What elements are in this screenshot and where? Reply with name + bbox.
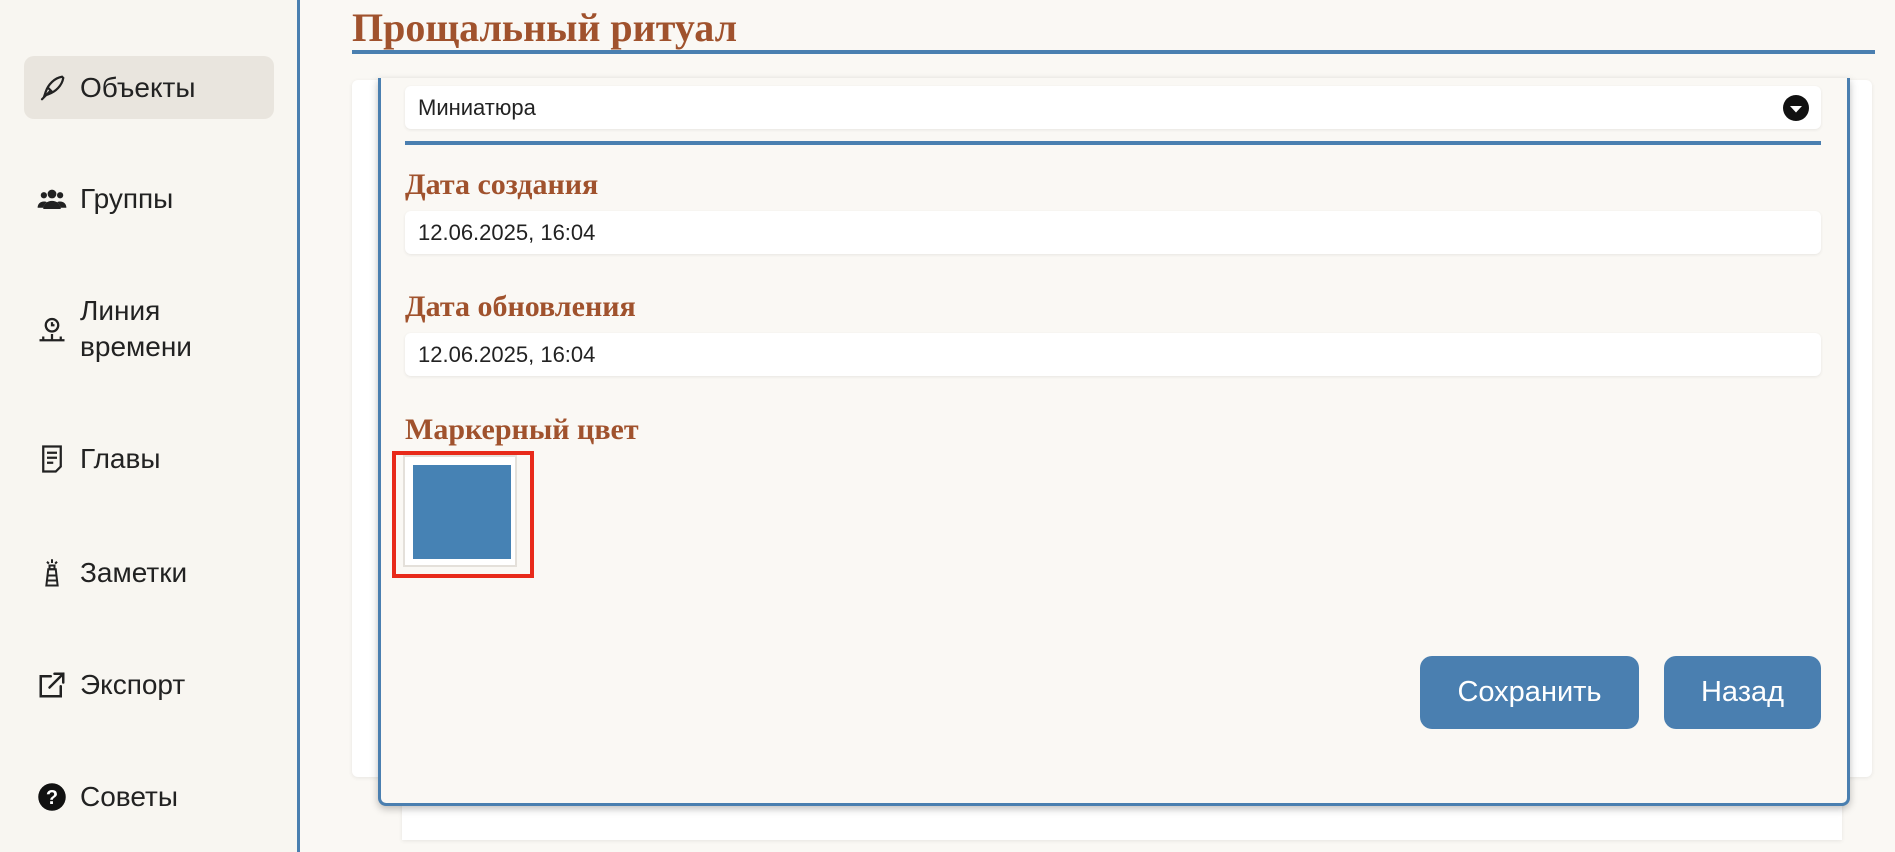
page-title: Прощальный ритуал — [352, 5, 738, 50]
timeline-icon — [36, 313, 68, 345]
type-select-value: Миниатюра — [418, 94, 536, 120]
sidebar-item-groups[interactable]: Группы — [24, 181, 274, 217]
marker-color-picker[interactable] — [403, 455, 517, 567]
quill-icon — [36, 72, 68, 104]
sidebar-item-label: Советы — [80, 781, 178, 812]
chevron-down-icon[interactable] — [1783, 95, 1809, 121]
type-select[interactable]: Миниатюра — [405, 86, 1821, 129]
created-label: Дата создания — [405, 168, 599, 201]
select-divider — [405, 141, 1821, 145]
title-divider — [352, 50, 1875, 54]
users-icon — [36, 183, 68, 215]
sidebar-item-label: Главы — [80, 443, 161, 474]
sidebar-item-export[interactable]: Экспорт — [24, 667, 274, 703]
save-button[interactable]: Сохранить — [1420, 656, 1639, 729]
sidebar-item-tips[interactable]: ? Советы — [24, 779, 274, 815]
sidebar-item-label: Экспорт — [80, 669, 186, 700]
sidebar: Объекты Группы Линия времени Главы Замет… — [0, 0, 300, 852]
updated-label: Дата обновления — [405, 290, 636, 323]
sidebar-item-notes[interactable]: Заметки — [24, 555, 274, 591]
sidebar-item-objects[interactable]: Объекты — [24, 56, 274, 119]
sidebar-item-chapters[interactable]: Главы — [24, 441, 274, 477]
lighthouse-icon — [36, 557, 68, 589]
sidebar-item-timeline[interactable]: Линия времени — [24, 293, 274, 365]
question-circle-icon: ? — [36, 781, 68, 813]
external-link-icon — [36, 669, 68, 701]
back-button[interactable]: Назад — [1664, 656, 1821, 729]
marker-color-swatch[interactable] — [413, 465, 511, 559]
updated-date-field[interactable]: 12.06.2025, 16:04 — [405, 333, 1821, 376]
sidebar-item-label: Объекты — [80, 71, 196, 103]
sidebar-item-label: Линия времени — [80, 295, 192, 362]
sidebar-item-label: Заметки — [80, 557, 188, 588]
created-date-value: 12.06.2025, 16:04 — [418, 219, 596, 245]
created-date-field[interactable]: 12.06.2025, 16:04 — [405, 211, 1821, 254]
updated-date-value: 12.06.2025, 16:04 — [418, 341, 596, 367]
marker-color-label: Маркерный цвет — [405, 413, 639, 446]
svg-text:?: ? — [46, 787, 58, 809]
document-icon — [36, 443, 68, 475]
sidebar-item-label: Группы — [80, 183, 174, 214]
